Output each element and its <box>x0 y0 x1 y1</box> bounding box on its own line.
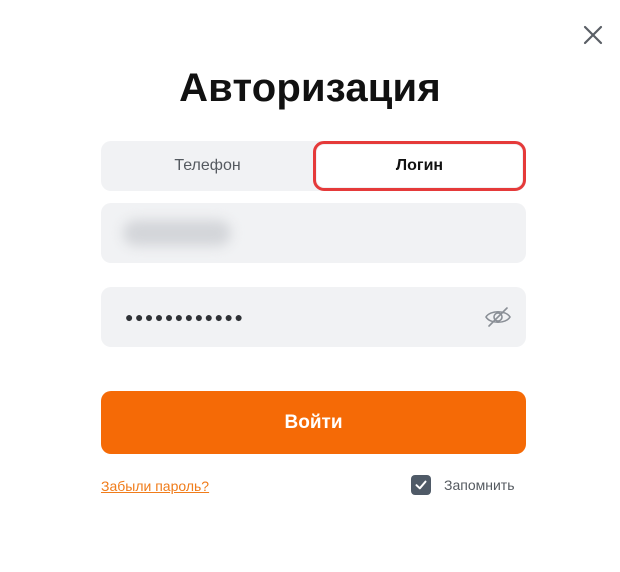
close-icon <box>583 25 603 45</box>
password-value: ●●●●●●●●●●●● <box>125 309 245 325</box>
login-field[interactable] <box>101 203 526 263</box>
tab-phone[interactable]: Телефон <box>101 141 314 191</box>
eye-off-icon[interactable] <box>484 305 512 329</box>
close-button[interactable] <box>580 22 606 48</box>
password-field[interactable]: ●●●●●●●●●●●● <box>101 287 526 347</box>
auth-tabs: Телефон Логин <box>101 141 526 191</box>
page-title: Авторизация <box>179 66 441 110</box>
login-submit-button[interactable]: Войти <box>101 391 526 454</box>
login-input[interactable] <box>101 203 526 263</box>
remember-me-checkbox[interactable]: Запомнить <box>411 475 515 495</box>
checkbox-checked-icon <box>411 475 431 495</box>
tab-login[interactable]: Логин <box>313 141 526 191</box>
remember-me-label: Запомнить <box>444 477 515 493</box>
forgot-password-link[interactable]: Забыли пароль? <box>101 478 209 494</box>
